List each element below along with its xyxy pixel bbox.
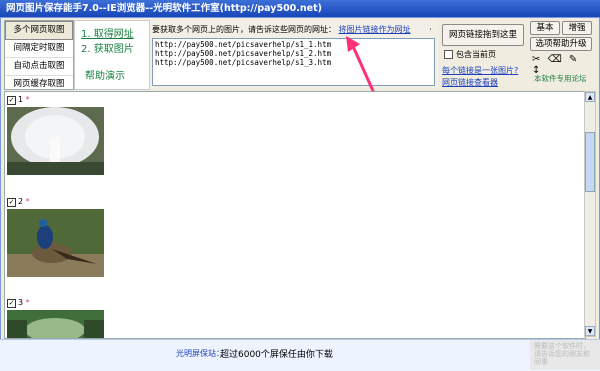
image-item: ✓ 2 * (7, 197, 30, 207)
image-list[interactable]: ✓ 1 * ✓ 2 * ✓ 3 * (4, 91, 586, 339)
link-viewer-link[interactable]: 网页链接查看器 (442, 77, 498, 88)
link-one-image-link[interactable]: 每个链接是一张图片? (442, 65, 518, 76)
basic-button[interactable]: 基本 (530, 21, 560, 35)
scroll-down-icon[interactable]: ▼ (585, 326, 595, 336)
brush-icon[interactable]: ✎ (569, 54, 579, 65)
tab-multi-page[interactable]: 多个网页取图 (5, 21, 73, 40)
include-current-checkbox[interactable]: 包含当前页 (444, 49, 496, 60)
url-line: http://pay500.net/picsaverhelp/s1_3.htm (155, 58, 332, 67)
window-title: 网页图片保存能手7.0--IE浏览器--光明软件工作室(http://pay50… (0, 0, 600, 17)
image-item-header: ✓ 1 * (7, 95, 30, 105)
step-get-images[interactable]: 2. 获取图片 (75, 40, 149, 55)
tab-auto-click[interactable]: 自动点击取图 (5, 58, 73, 76)
url-line: http://pay500.net/picsaverhelp/s1_1.htm (155, 40, 332, 49)
enhance-button[interactable]: 增强 (562, 21, 592, 35)
screensaver-site-link[interactable]: 光明屏保站： (176, 348, 224, 359)
step-get-url[interactable]: 1. 取得网址 (75, 25, 149, 40)
image-checkbox[interactable]: ✓ (7, 198, 16, 207)
mode-tab-list: 多个网页取图 间隔定时取图 自动点击取图 网页缓存取图 (4, 20, 74, 94)
scroll-thumb[interactable] (585, 132, 595, 192)
status-message: 超过6000个屏保任由你下载 (220, 350, 333, 360)
star-mark: * (25, 197, 30, 206)
image-item-header: ✓ 3 * (7, 298, 30, 308)
url-line: http://pay500.net/picsaverhelp/s1_2.htm (155, 49, 332, 58)
include-current-label: 包含当前页 (456, 50, 496, 59)
image-checkbox[interactable]: ✓ (7, 96, 16, 105)
options-panel: 基本 增强 选项帮助升级 ✂ ⌫ ✎ ↕ 本软件专用论坛 (530, 20, 594, 88)
star-mark: * (25, 298, 30, 307)
image-item: ✓ 1 * (7, 95, 30, 105)
image-item-header: ✓ 2 * (7, 197, 30, 207)
dot-mark: · (429, 25, 432, 34)
checkbox-box[interactable] (444, 50, 453, 59)
scroll-up-icon[interactable]: ▲ (585, 92, 595, 102)
image-item: ✓ 3 * (7, 298, 30, 308)
url-section: 要获取多个网页上的图片，请告诉这些网页的网址： 将图片链接作为网址 · http… (150, 20, 438, 88)
tab-interval[interactable]: 间隔定时取图 (5, 40, 73, 58)
peacock-image-1[interactable] (7, 107, 104, 175)
help-demo-link[interactable]: 帮助演示 (75, 67, 149, 82)
steps-panel: 1. 取得网址 2. 获取图片 帮助演示 (74, 20, 150, 90)
forum-link[interactable]: 本软件专用论坛 (534, 73, 587, 84)
scissors-icon[interactable]: ✂ (532, 54, 542, 65)
peacock-image-2[interactable] (7, 209, 104, 277)
link-controls: 网页链接拖到这里 包含当前页 每个链接是一张图片? 网页链接查看器 (440, 20, 528, 88)
drag-link-button[interactable]: 网页链接拖到这里 (442, 24, 524, 46)
image-number: 3 (18, 298, 24, 307)
vertical-scrollbar[interactable]: ▲ ▼ (584, 91, 596, 337)
options-help-upgrade-button[interactable]: 选项帮助升级 (530, 37, 592, 51)
image-number: 1 (18, 95, 24, 104)
url-prompt-text: 要获取多个网页上的图片，请告诉这些网页的网址： (152, 25, 336, 34)
url-textarea[interactable]: http://pay500.net/picsaverhelp/s1_1.htm … (152, 38, 435, 86)
corner-note: 需要这个软件时，请告诉您的朋友和同事 (530, 340, 600, 370)
image-checkbox[interactable]: ✓ (7, 299, 16, 308)
status-bar: 光明屏保站： 超过6000个屏保任由你下载 (0, 339, 600, 371)
image-number: 2 (18, 197, 24, 206)
star-mark: * (25, 95, 30, 104)
eraser-icon[interactable]: ⌫ (548, 54, 564, 65)
forest-image-3[interactable] (7, 310, 104, 339)
